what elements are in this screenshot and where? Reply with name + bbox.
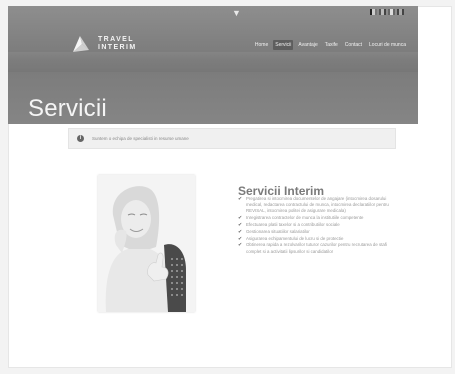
list-item: ✔ Inregistrarea contractelor de munca la … [238, 215, 398, 221]
check-icon: ✔ [238, 228, 243, 235]
nav-contact[interactable]: Contact [343, 40, 364, 50]
list-item: ✔ Efectuarea platii taxelor si a contribu… [238, 222, 398, 228]
logo-line-1: TRAVEL [98, 36, 134, 43]
flag-2-icon[interactable] [379, 9, 386, 15]
check-icon: ✔ [238, 222, 243, 228]
flag-1-icon[interactable] [370, 9, 377, 15]
page-title: Servicii [28, 95, 107, 123]
nav-home[interactable]: Home [253, 40, 270, 50]
service-text: Asigurarea echipamentului de lucru si de… [246, 235, 344, 241]
chevron-down-icon[interactable]: ▼ [232, 8, 241, 18]
woman-photo-illustration [98, 175, 195, 312]
main-nav: Home Servicii Avantaje Taxife Contact Lo… [253, 40, 408, 50]
flag-3-icon[interactable] [388, 9, 395, 15]
nav-servicii[interactable]: Servicii [273, 40, 294, 50]
service-text: Pregatirea si intocmirea documentelor de… [246, 196, 389, 214]
check-icon: ✔ [238, 235, 243, 242]
list-item: ✔ Gestionarea situatiilor salariatilor [238, 229, 398, 235]
check-icon: ✔ [238, 196, 243, 202]
service-text: Efectuarea platii taxelor si a contribut… [246, 222, 340, 227]
list-item: ✔ Asigurarea echipamentului de lucru si d… [238, 236, 398, 242]
check-icon: ✔ [238, 215, 243, 222]
service-text: Inregistrarea contractelor de munca la i… [246, 215, 364, 221]
info-icon: i [77, 135, 84, 142]
service-photo [98, 175, 195, 312]
nav-taxife[interactable]: Taxife [323, 40, 340, 50]
info-notice: i Suntem o echipa de specialisti in resu… [68, 128, 396, 149]
list-item: ✔ Pregatirea si intocmirea documentelor d… [238, 196, 398, 215]
language-flags [370, 9, 404, 15]
hero-header: ▼ TRAVEL INTERIM Home Servicii Avantaje … [8, 6, 418, 124]
list-item: ✔ Obtinerea rapida a rezolvarilor tuturor… [238, 242, 398, 254]
logo-icon [73, 36, 89, 52]
flag-4-icon[interactable] [397, 9, 404, 15]
services-list: ✔ Pregatirea si intocmirea documentelor d… [238, 196, 398, 255]
service-text: Gestionarea situatiilor salariatilor [246, 228, 310, 234]
nav-avantaje[interactable]: Avantaje [296, 40, 319, 50]
service-text: Obtinerea rapida a rezolvarilor tuturor … [246, 242, 388, 254]
logo-line-2: INTERIM [98, 44, 137, 51]
site-logo[interactable]: TRAVEL INTERIM [70, 34, 137, 54]
nav-locuri-de-munca[interactable]: Locuri de munca [367, 40, 408, 50]
notice-text: Suntem o echipa de specialisti in resurs… [92, 136, 189, 141]
check-icon: ✔ [238, 242, 243, 249]
